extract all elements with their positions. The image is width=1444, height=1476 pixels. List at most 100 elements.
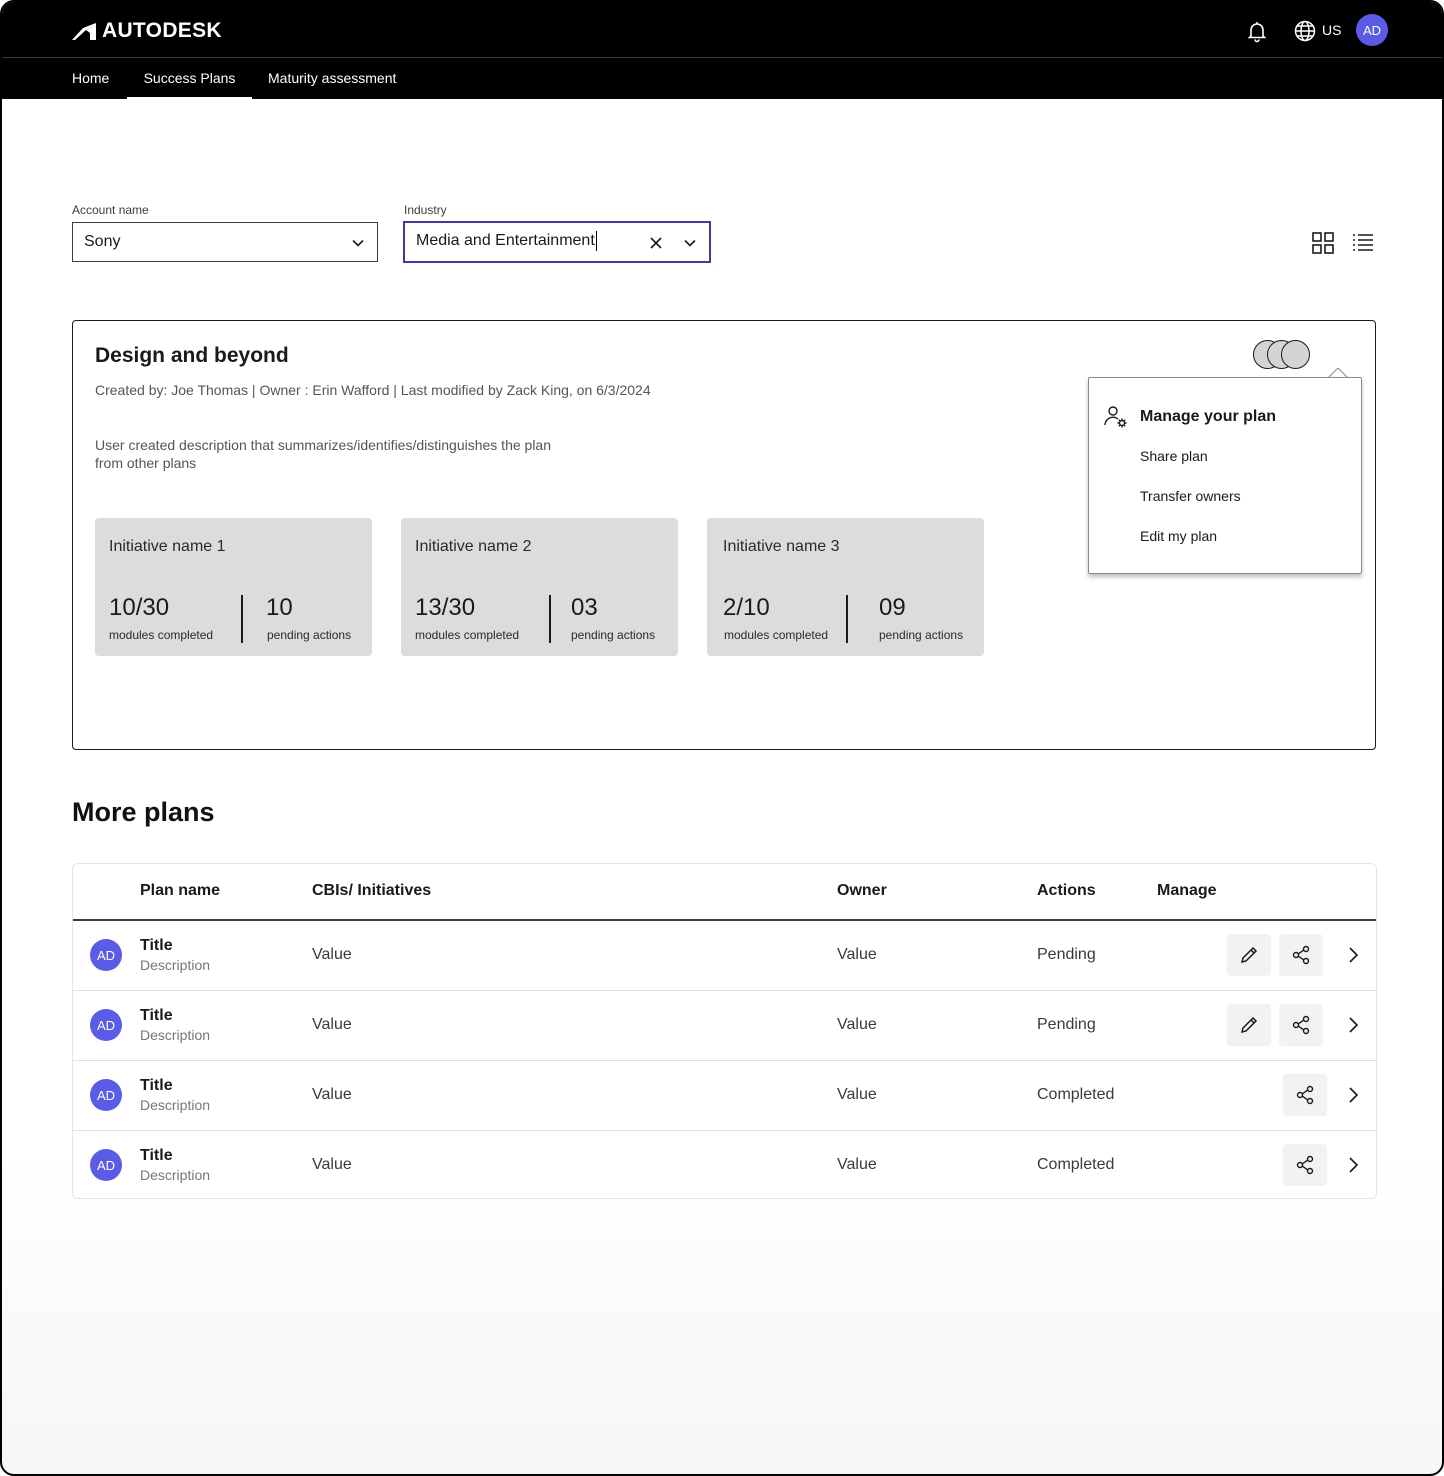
chevron-down-icon xyxy=(352,239,364,247)
plan-meta: Created by: Joe Thomas | Owner : Erin Wa… xyxy=(95,382,651,398)
list-view-icon[interactable] xyxy=(1351,231,1375,255)
actions-cell: Pending xyxy=(1037,946,1096,963)
plans-table: Plan name CBIs/ Initiatives Owner Action… xyxy=(72,863,1377,1199)
owner-cell: Value xyxy=(837,1086,877,1103)
avatar: AD xyxy=(90,1009,122,1041)
menu-item-edit-plan[interactable]: Edit my plan xyxy=(1140,528,1217,544)
grid-view-icon[interactable] xyxy=(1311,231,1335,255)
owner-avatar xyxy=(1281,340,1310,369)
initiative-name: Initiative name 1 xyxy=(109,538,226,555)
chevron-right-icon[interactable] xyxy=(1343,1085,1363,1105)
pending-actions-value: 10 xyxy=(266,594,293,621)
share-button[interactable] xyxy=(1279,1004,1323,1046)
plan-description: User created description that summarizes… xyxy=(95,437,552,471)
share-icon xyxy=(1292,945,1310,965)
chevron-right-icon[interactable] xyxy=(1343,945,1363,965)
column-header-initiatives[interactable]: CBIs/ Initiatives xyxy=(312,882,431,900)
divider xyxy=(241,595,243,643)
table-row[interactable]: AD Title Description Value Value Pending xyxy=(73,991,1376,1061)
plan-title: Title xyxy=(140,1077,173,1094)
avatar: AD xyxy=(90,1149,122,1181)
share-button[interactable] xyxy=(1283,1144,1327,1186)
initiative-card[interactable]: Initiative name 2 13/30 modules complete… xyxy=(401,518,678,656)
share-button[interactable] xyxy=(1283,1074,1327,1116)
divider xyxy=(846,595,848,643)
table-row[interactable]: AD Title Description Value Value Complet… xyxy=(73,1131,1376,1198)
menu-item-transfer-owners[interactable]: Transfer owners xyxy=(1140,488,1241,504)
clear-icon[interactable] xyxy=(649,236,663,250)
autodesk-logo[interactable]: AUTODESK xyxy=(72,19,222,43)
table-row[interactable]: AD Title Description Value Value Complet… xyxy=(73,1061,1376,1131)
initiatives-cell: Value xyxy=(312,1086,352,1103)
pending-actions-value: 09 xyxy=(879,594,906,621)
manage-plan-menu: Manage your plan Share plan Transfer own… xyxy=(1088,377,1362,574)
initiatives-cell: Value xyxy=(312,1016,352,1033)
account-name-value: Sony xyxy=(84,233,121,250)
featured-plan-card[interactable]: Design and beyond Created by: Joe Thomas… xyxy=(72,320,1376,750)
menu-item-share-plan[interactable]: Share plan xyxy=(1140,448,1208,464)
manage-plan-heading: Manage your plan xyxy=(1140,408,1277,425)
pencil-icon xyxy=(1240,946,1258,964)
plan-description: Description xyxy=(140,1027,211,1043)
plan-description: Description xyxy=(140,1097,211,1113)
edit-button[interactable] xyxy=(1227,934,1271,976)
chevron-right-icon[interactable] xyxy=(1343,1015,1363,1035)
actions-cell: Completed xyxy=(1037,1156,1115,1173)
more-plans-heading: More plans xyxy=(72,797,215,827)
user-avatar[interactable]: AD xyxy=(1356,14,1388,46)
nav-home[interactable]: Home xyxy=(72,58,109,99)
nav-maturity-assessment[interactable]: Maturity assessment xyxy=(268,58,396,99)
modules-completed-label: modules completed xyxy=(109,628,214,642)
plan-title: Title xyxy=(140,1147,173,1164)
pending-actions-label: pending actions xyxy=(267,628,352,642)
modules-completed-value: 13/30 xyxy=(415,594,476,621)
edit-button[interactable] xyxy=(1227,1004,1271,1046)
bell-icon[interactable] xyxy=(1245,19,1269,43)
pending-actions-label: pending actions xyxy=(571,628,656,642)
chevron-right-icon[interactable] xyxy=(1343,1155,1363,1175)
industry-select[interactable]: Media and Entertainment xyxy=(403,221,711,263)
owner-cell: Value xyxy=(837,1156,877,1173)
plan-description: Description xyxy=(140,1167,211,1183)
avatar: AD xyxy=(90,939,122,971)
share-icon xyxy=(1296,1085,1314,1105)
initiative-name: Initiative name 3 xyxy=(723,538,840,555)
autodesk-logo-icon xyxy=(72,23,96,40)
chevron-down-icon[interactable] xyxy=(683,236,697,250)
initiative-card[interactable]: Initiative name 3 2/10 modules completed… xyxy=(707,518,984,656)
actions-cell: Completed xyxy=(1037,1086,1115,1103)
locale-label[interactable]: US xyxy=(1322,22,1341,38)
app-window: AUTODESK US AD Home Success Plans Maturi… xyxy=(0,0,1444,1476)
industry-value: Media and Entertainment xyxy=(416,232,595,249)
owner-cell: Value xyxy=(837,946,877,963)
user-settings-icon xyxy=(1104,406,1127,428)
table-body: AD Title Description Value Value Pending… xyxy=(73,921,1376,1198)
main-nav: Home Success Plans Maturity assessment xyxy=(2,58,1442,99)
column-header-manage[interactable]: Manage xyxy=(1157,882,1217,900)
pending-actions-label: pending actions xyxy=(879,628,964,642)
actions-cell: Pending xyxy=(1037,1016,1096,1033)
industry-label: Industry xyxy=(404,203,447,217)
avatar: AD xyxy=(90,1079,122,1111)
account-name-select[interactable]: Sony xyxy=(72,222,378,262)
globe-icon[interactable] xyxy=(1293,19,1317,43)
share-icon xyxy=(1296,1155,1314,1175)
plan-title: Title xyxy=(140,937,173,954)
owner-avatar-group[interactable] xyxy=(1253,340,1313,370)
top-bar: AUTODESK US AD xyxy=(2,2,1442,58)
plan-title: Title xyxy=(140,1007,173,1024)
column-header-actions[interactable]: Actions xyxy=(1037,882,1096,900)
plan-description: Description xyxy=(140,957,211,973)
modules-completed-value: 2/10 xyxy=(723,594,770,621)
modules-completed-label: modules completed xyxy=(415,628,520,642)
initiative-card[interactable]: Initiative name 1 10/30 modules complete… xyxy=(95,518,372,656)
modules-completed-value: 10/30 xyxy=(109,594,170,621)
owner-cell: Value xyxy=(837,1016,877,1033)
pending-actions-value: 03 xyxy=(571,594,598,621)
nav-success-plans[interactable]: Success Plans xyxy=(127,58,252,99)
column-header-owner[interactable]: Owner xyxy=(837,882,887,900)
column-header-plan-name[interactable]: Plan name xyxy=(140,882,220,900)
brand-name: AUTODESK xyxy=(102,19,222,42)
table-row[interactable]: AD Title Description Value Value Pending xyxy=(73,921,1376,991)
share-button[interactable] xyxy=(1279,934,1323,976)
